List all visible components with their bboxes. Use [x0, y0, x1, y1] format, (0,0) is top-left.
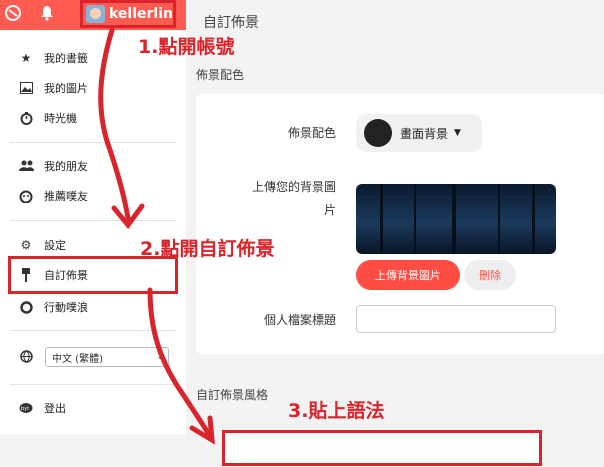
sidebar-item-mobile[interactable]: 行動噗浪: [18, 297, 88, 317]
mobile-icon: [18, 299, 34, 315]
color-swatch: [364, 119, 392, 147]
sidebar-item-logout[interactable]: byt 登出: [18, 398, 66, 418]
chevron-down-icon: ⌄: [156, 352, 164, 362]
suggest-icon: [18, 188, 34, 204]
settings-card: 佈景配色 畫面背景 ▼ 上傳您的背景圖 片 上傳背景圖片 刪除 個人檔案標題: [196, 94, 604, 354]
annotation-highlight-custom-theme: [8, 256, 178, 294]
sidebar: ★ 我的書籤 我的圖片 時光機 我的朋友 推薦噗友 ⚙ 設定 自訂佈景 行動噗浪…: [0, 30, 186, 434]
people-icon: [18, 158, 34, 174]
divider: [10, 220, 176, 221]
sidebar-item-label: 我的圖片: [44, 82, 88, 95]
svg-text:byt: byt: [21, 406, 29, 412]
section-title: 佈景配色: [196, 68, 245, 82]
annotation-step1: 1.點開帳號: [138, 36, 235, 58]
caret-down-icon: ▼: [454, 128, 461, 138]
sidebar-item-images[interactable]: 我的圖片: [18, 78, 88, 98]
color-dropdown[interactable]: 畫面背景 ▼: [356, 114, 482, 152]
logout-icon: byt: [18, 400, 34, 416]
sidebar-item-suggest[interactable]: 推薦噗友: [18, 186, 88, 206]
sidebar-item-friends[interactable]: 我的朋友: [18, 156, 88, 176]
sidebar-item-language: [18, 346, 44, 366]
bell-icon[interactable]: [36, 2, 58, 24]
language-value: 中文 (繁體): [52, 353, 103, 365]
annotation-step3: 3.貼上語法: [288, 400, 385, 422]
color-value: 畫面背景: [400, 126, 449, 141]
sidebar-item-label: 我的朋友: [44, 160, 88, 173]
sidebar-item-label: 時光機: [44, 112, 77, 125]
upload-label: 上傳您的背景圖 片: [251, 180, 336, 217]
logo-icon[interactable]: [2, 2, 24, 24]
sidebar-item-label: 我的書籤: [44, 52, 88, 65]
sidebar-item-settings[interactable]: ⚙ 設定: [18, 235, 66, 255]
star-icon: ★: [20, 51, 32, 65]
page-title: 自訂佈景: [203, 15, 259, 31]
sidebar-item-label: 登出: [44, 402, 66, 415]
background-image-preview: [356, 184, 556, 254]
gear-icon: ⚙: [20, 238, 32, 252]
divider: [10, 330, 176, 331]
divider: [10, 142, 176, 143]
delete-button[interactable]: 刪除: [464, 260, 516, 290]
annotation-step2: 2.點開自訂佈景: [140, 238, 275, 260]
account-button[interactable]: kellerlin: [80, 0, 176, 28]
divider: [10, 384, 176, 385]
account-name: kellerlin: [109, 6, 173, 22]
sidebar-item-timemachine[interactable]: 時光機: [18, 108, 77, 128]
sidebar-item-label: 設定: [44, 239, 66, 252]
avatar: [86, 5, 105, 23]
globe-icon: [18, 348, 34, 364]
section-title: 自訂佈景風格: [196, 388, 269, 402]
profile-title-label: 個人檔案標題: [263, 313, 336, 327]
sidebar-item-bookmarks[interactable]: ★ 我的書籤: [18, 48, 88, 68]
sidebar-item-label: 行動噗浪: [44, 301, 88, 314]
sidebar-item-label: 推薦噗友: [44, 190, 88, 203]
timer-icon: [18, 110, 34, 126]
profile-title-input[interactable]: [356, 305, 556, 333]
image-icon: [18, 80, 34, 96]
custom-css-textarea[interactable]: [222, 430, 542, 466]
upload-background-button[interactable]: 上傳背景圖片: [356, 260, 460, 290]
language-select[interactable]: 中文 (繁體) ⌄: [45, 347, 169, 367]
color-label: 佈景配色: [287, 126, 336, 140]
top-bar: kellerlin 自訂佈景: [0, 0, 604, 31]
